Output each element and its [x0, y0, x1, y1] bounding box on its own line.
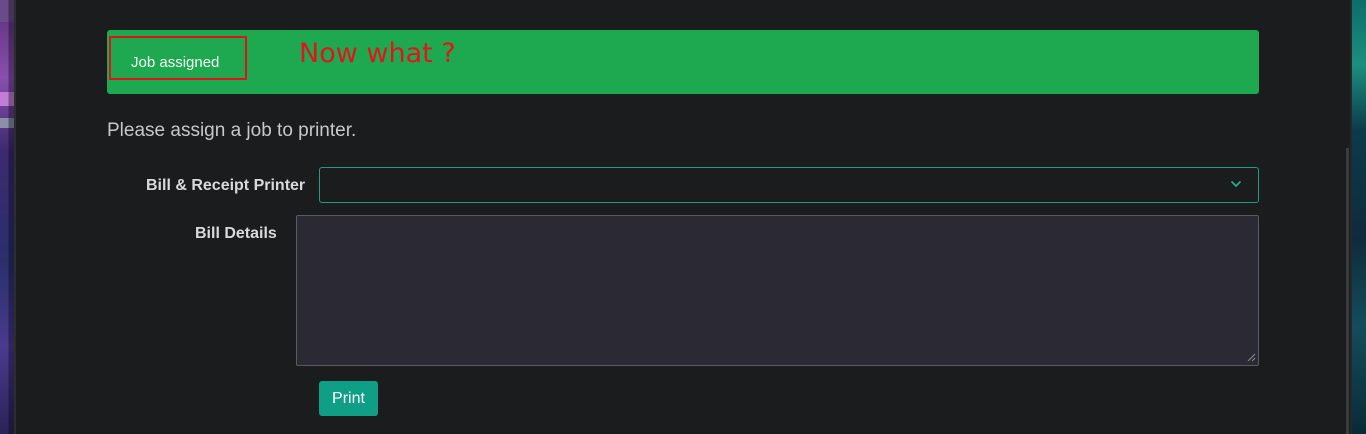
scrollbar[interactable] [1346, 148, 1349, 434]
background-left-edge [0, 0, 14, 434]
background-right-edge [1352, 0, 1366, 434]
chevron-down-icon[interactable] [1230, 178, 1242, 190]
annotation-highlight-box [109, 36, 247, 80]
resize-grip-icon[interactable] [1246, 352, 1256, 362]
panel-border [1350, 0, 1352, 434]
intro-text: Please assign a job to printer. [107, 120, 357, 141]
printer-label: Bill & Receipt Printer [146, 177, 306, 194]
print-button[interactable]: Print [319, 381, 378, 416]
bill-details-textarea[interactable] [296, 215, 1259, 366]
panel-border [14, 0, 16, 434]
success-alert [107, 30, 1259, 94]
annotation-note: Now what ? [299, 38, 456, 69]
bill-details-label: Bill Details [195, 225, 277, 242]
printer-select[interactable] [319, 167, 1259, 203]
